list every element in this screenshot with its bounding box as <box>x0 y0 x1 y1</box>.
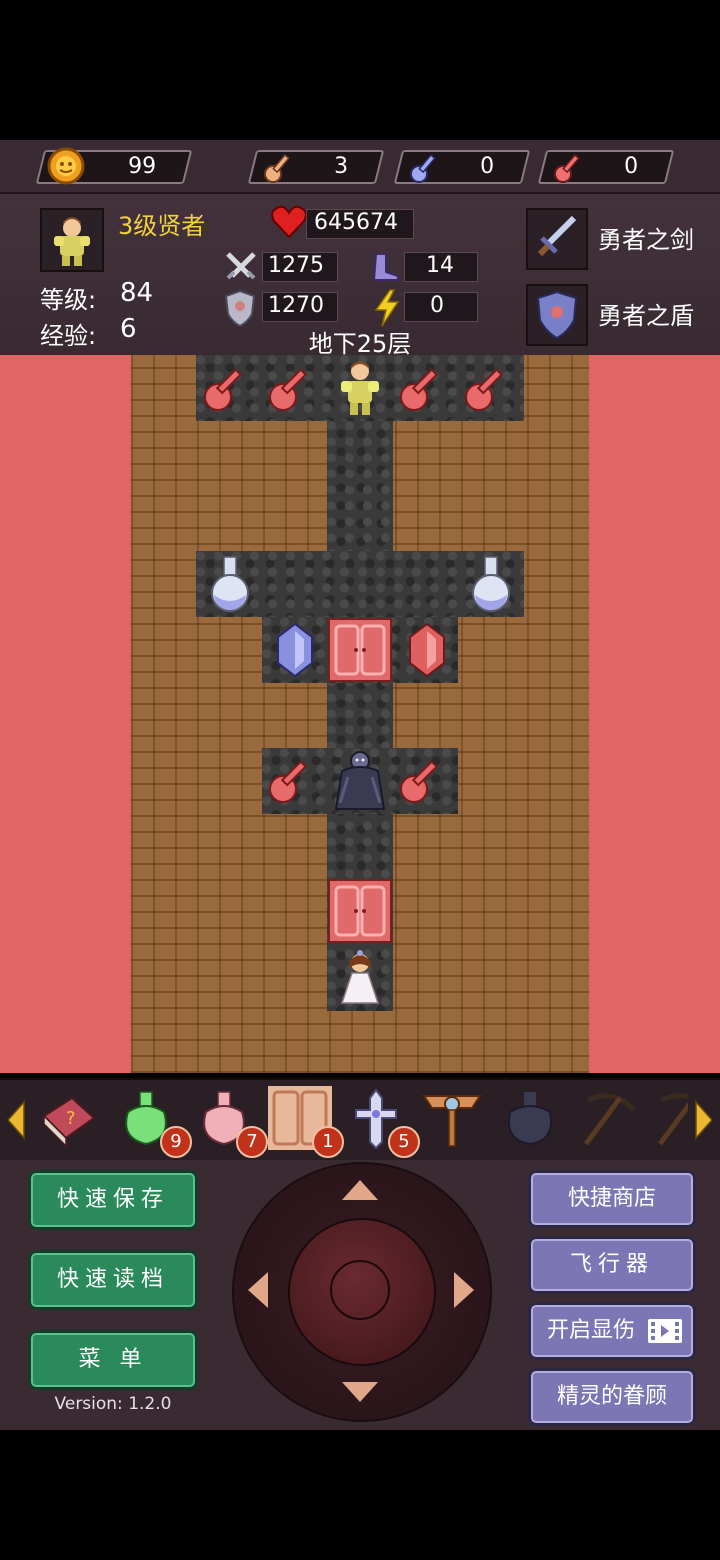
control-panel: 快速保存 快速读档 菜 单 Version: 1.2.0 快捷商店 飞行器 开启… <box>0 1160 720 1430</box>
red-key-pickup-icon <box>400 760 439 803</box>
hero-shield-icon <box>536 290 578 340</box>
resource-bar: 99 3 0 0 <box>0 140 720 194</box>
pickaxe-icon <box>657 1093 688 1146</box>
red-key-pickup-icon <box>465 368 504 411</box>
winged-staff-icon <box>422 1095 482 1147</box>
item-slot-door-scroll[interactable]: 1 <box>268 1086 344 1158</box>
fly-button[interactable]: 飞行器 <box>528 1236 696 1294</box>
green-potion-count: 9 <box>160 1126 192 1158</box>
item-slot-winged-staff[interactable] <box>420 1086 484 1154</box>
blue-key-icon <box>410 153 436 183</box>
boots-icon <box>372 253 399 281</box>
scroll-left-arrow-icon[interactable] <box>6 1100 28 1140</box>
dark-knight-monster-icon[interactable] <box>328 747 392 813</box>
item-slot-pickaxe-2[interactable] <box>648 1086 688 1154</box>
hero-avatar-icon <box>54 217 90 266</box>
arrow-right-icon[interactable] <box>452 1270 476 1310</box>
shield-name: 勇者之盾 <box>598 302 694 330</box>
item-slot-pickaxe[interactable] <box>574 1086 638 1154</box>
hero-title: 3级贤者 <box>118 212 206 240</box>
shield-slot <box>526 284 588 346</box>
item-slot-monster-book[interactable]: ? <box>36 1086 100 1154</box>
version-label: Version: 1.2.0 <box>54 1394 172 1414</box>
magic-value: 0 <box>430 293 444 318</box>
hp-value: 645674 <box>314 210 398 235</box>
scroll-right-arrow-icon[interactable] <box>692 1100 714 1140</box>
yellow-key-icon <box>264 153 290 183</box>
item-slot-green-potion[interactable]: 9 <box>114 1086 192 1158</box>
hero-sprite-icon[interactable] <box>329 357 391 419</box>
hero-portrait <box>40 208 104 272</box>
menu-button[interactable]: 菜 单 <box>28 1330 198 1390</box>
spirit-blessing-button[interactable]: 精灵的眷顾 <box>528 1368 696 1426</box>
red-door[interactable] <box>328 618 392 682</box>
floor-label: 地下25层 <box>308 330 412 358</box>
red-door-icon <box>334 885 386 937</box>
pickaxe-icon <box>583 1093 636 1146</box>
blue-gem-icon <box>277 622 313 678</box>
weapon-slot <box>526 208 588 270</box>
exp-label: 经验: <box>40 322 97 350</box>
red-gem-icon <box>409 622 445 678</box>
status-panel: 3级贤者 等级: 84 经验: 6 645674 1275 1270 14 0 … <box>0 194 720 358</box>
pink-potion-count: 7 <box>236 1126 268 1158</box>
gold-value: 99 <box>128 154 157 179</box>
arrow-down-icon[interactable] <box>340 1380 380 1404</box>
red-key-pickup-icon <box>400 368 439 411</box>
level-value: 84 <box>120 278 154 308</box>
show-damage-button[interactable]: 开启显伤 <box>528 1302 696 1360</box>
agility-value: 14 <box>426 253 454 278</box>
item-slot-pink-potion[interactable]: 7 <box>192 1086 268 1158</box>
quick-shop-button[interactable]: 快捷商店 <box>528 1170 696 1228</box>
quick-load-button[interactable]: 快速读档 <box>28 1250 198 1310</box>
video-ad-icon <box>648 1319 682 1343</box>
item-bar: ? 9 7 1 5 <box>0 1078 720 1162</box>
hero-sword-icon <box>537 215 577 257</box>
shield-icon <box>224 289 256 328</box>
blue-key-value: 0 <box>480 154 495 179</box>
blue-potion-icon <box>472 556 510 612</box>
red-key-pickup-icon <box>269 368 308 411</box>
monster-manual-book-icon: ? <box>42 1096 96 1148</box>
red-door-icon <box>334 624 386 676</box>
quick-save-button[interactable]: 快速保存 <box>28 1170 198 1230</box>
lightning-icon <box>374 289 400 327</box>
gold-coin-icon <box>47 147 85 185</box>
level-label: 等级: <box>40 286 97 314</box>
item-slot-dark-vase[interactable] <box>498 1086 562 1154</box>
sword-icon <box>226 252 256 280</box>
cross-count: 5 <box>388 1126 420 1158</box>
defense-value: 1270 <box>268 293 324 318</box>
dpad-center-ring <box>330 1260 390 1320</box>
red-key-icon <box>554 153 580 183</box>
exp-value: 6 <box>120 314 137 344</box>
red-key-pickup-icon <box>204 368 243 411</box>
heart-icon <box>271 205 307 239</box>
door-scroll-count: 1 <box>312 1126 344 1158</box>
arrow-left-icon[interactable] <box>246 1270 270 1310</box>
svg-text:?: ? <box>66 1108 76 1129</box>
princess-npc-icon[interactable] <box>330 945 390 1009</box>
show-damage-label: 开启显伤 <box>547 1318 636 1343</box>
red-door[interactable] <box>328 879 392 943</box>
weapon-name: 勇者之剑 <box>598 226 694 254</box>
red-key-value: 0 <box>624 154 639 179</box>
dark-vase-icon <box>508 1092 552 1146</box>
game-map[interactable] <box>0 355 720 1073</box>
attack-value: 1275 <box>268 253 324 278</box>
red-key-pickup-icon <box>269 760 308 803</box>
arrow-up-icon[interactable] <box>340 1178 380 1202</box>
yellow-key-value: 3 <box>334 154 349 179</box>
blue-potion-icon <box>211 556 249 612</box>
item-slot-cross[interactable]: 5 <box>344 1086 420 1158</box>
